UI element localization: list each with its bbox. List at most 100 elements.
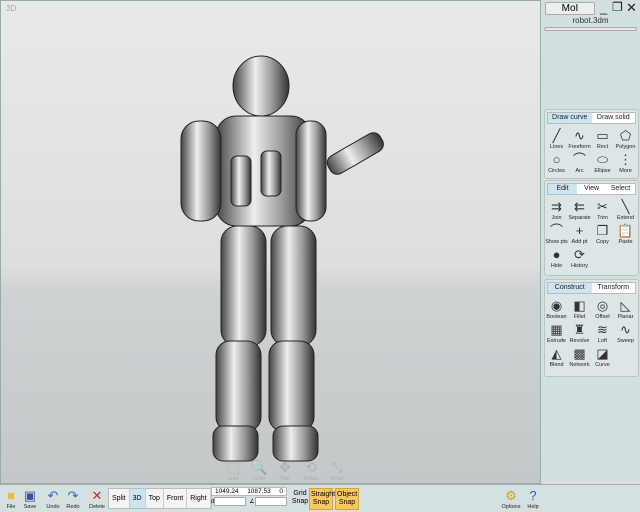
side-pane: MoI _ ❐ ✕ robot.3dm Draw curve Draw solid… xyxy=(541,0,640,484)
help-icon: ? xyxy=(529,488,537,503)
freeform-button[interactable]: ∿ Freeform xyxy=(568,127,591,150)
planar-button[interactable]: ◺ Planar xyxy=(614,297,637,320)
sweep-button[interactable]: ∿ Sweep xyxy=(614,321,637,344)
zoom-button[interactable]: 🔍 Zoom xyxy=(249,459,269,482)
tool-label: Sweep xyxy=(617,338,634,344)
tab[interactable]: Select xyxy=(606,184,635,194)
view-top[interactable]: Top xyxy=(145,489,164,508)
extend-button[interactable]: ╲ Extend xyxy=(614,198,637,221)
hide-icon: ● xyxy=(552,247,561,262)
redo-button[interactable]: ↷ Redo xyxy=(62,487,84,510)
file-name: robot.3dm xyxy=(572,16,609,25)
polygon-icon: ⬠ xyxy=(619,128,632,143)
loft-icon: ≋ xyxy=(597,322,608,337)
app-menu-button[interactable]: MoI xyxy=(545,2,595,15)
tool-label: Freeform xyxy=(568,144,591,150)
arc-button[interactable]: ⌒ Arc xyxy=(568,151,591,174)
history-icon: ⟳ xyxy=(574,247,585,262)
tab[interactable]: Transform xyxy=(592,283,636,293)
tool-label: Show pts xyxy=(545,239,568,245)
separate-button[interactable]: ⇇ Separate xyxy=(568,198,591,221)
rotate-icon: ⟲ xyxy=(305,459,317,475)
view-buttons: Split 3D Top Front Right xyxy=(108,488,212,509)
object-snap-toggle[interactable]: Object Snap xyxy=(335,488,359,510)
tool-label: Blend xyxy=(549,362,564,368)
history-button[interactable]: ⟳ History xyxy=(568,246,591,269)
area-zoom-button[interactable]: ⬚ Area xyxy=(223,459,243,482)
viewport-label: 3D xyxy=(6,4,17,13)
circles-button[interactable]: ○ Circles xyxy=(545,151,568,174)
minimize-icon[interactable]: _ xyxy=(600,0,607,15)
undo-button[interactable]: ↶ Undo xyxy=(42,487,64,510)
tool-label: Network xyxy=(569,362,590,368)
ellipse-button[interactable]: ⬭ Ellipse xyxy=(591,151,614,174)
restore-icon[interactable]: ❐ xyxy=(612,0,623,14)
help-button[interactable]: ? Help xyxy=(522,487,544,510)
curve-button[interactable]: ◪ Curve xyxy=(591,345,614,368)
tool-label: Revolve xyxy=(569,338,590,344)
tab[interactable]: Edit xyxy=(548,184,577,194)
extrude-icon: ▦ xyxy=(550,322,563,337)
revolve-button[interactable]: ♜ Revolve xyxy=(568,321,591,344)
view-front[interactable]: Front xyxy=(163,489,188,508)
network-button[interactable]: ▩ Network xyxy=(568,345,591,368)
tool-label: Extrude xyxy=(547,338,566,344)
view-3d[interactable]: 3D xyxy=(129,489,146,508)
tool-label: Copy xyxy=(596,239,609,245)
lines-button[interactable]: ╱ Lines xyxy=(545,127,568,150)
tab[interactable]: Draw solid xyxy=(592,113,636,123)
save-button[interactable]: ▣ Save xyxy=(19,487,41,510)
tool-label: Planar xyxy=(617,314,634,320)
angle-field[interactable] xyxy=(254,497,287,506)
options-button[interactable]: ⚙ Options xyxy=(500,487,522,510)
view-split[interactable]: Split xyxy=(109,489,130,508)
loft-button[interactable]: ≋ Loft xyxy=(591,321,614,344)
join-icon: ⇉ xyxy=(551,199,562,214)
view-right[interactable]: Right xyxy=(187,489,211,508)
extrude-button[interactable]: ▦ Extrude xyxy=(545,321,568,344)
straight-snap-toggle[interactable]: Straight Snap xyxy=(309,488,335,510)
paste-button[interactable]: 📋 Paste xyxy=(614,222,637,245)
undo-icon: ↶ xyxy=(47,488,59,503)
tab[interactable]: Draw curve xyxy=(548,113,592,123)
add-pt-button[interactable]: + Add pt xyxy=(568,222,591,245)
zoom-icon: 🔍 xyxy=(250,459,268,475)
tool-label: Circles xyxy=(548,168,565,174)
tool-label: Join xyxy=(551,215,562,221)
save-icon: ▣ xyxy=(23,488,37,503)
coordinate-input: 1049.24 1087.53 0 d ∠ xyxy=(211,487,287,506)
boolean-button[interactable]: ◉ Boolean xyxy=(545,297,568,320)
blend-icon: ◭ xyxy=(551,346,562,361)
reset-button[interactable]: ⤡ Reset xyxy=(327,459,347,482)
fillet-button[interactable]: ◧ Fillet xyxy=(568,297,591,320)
blend-button[interactable]: ◭ Blend xyxy=(545,345,568,368)
3d-viewport[interactable]: 3D ⬚ Area 🔍 Zoom ✥ Pan ⟲ Rotate ⤡ Reset xyxy=(0,0,541,484)
distance-field[interactable] xyxy=(214,497,247,506)
tool-label: Ellipse xyxy=(594,168,611,174)
show-pts-button[interactable]: ⌒ Show pts xyxy=(545,222,568,245)
tab[interactable]: View xyxy=(577,184,606,194)
tab[interactable]: Construct xyxy=(548,283,592,293)
tool-label: Fillet xyxy=(573,314,586,320)
tool-label: Trim xyxy=(597,215,608,221)
redo-icon: ↷ xyxy=(67,488,79,503)
rotate-button[interactable]: ⟲ Rotate xyxy=(301,459,321,482)
tool-label: Extend xyxy=(616,215,635,221)
trim-button[interactable]: ✂ Trim xyxy=(591,198,614,221)
delete-button[interactable]: ✕ Delete xyxy=(86,487,108,510)
pan-button[interactable]: ✥ Pan xyxy=(275,459,295,482)
more-button[interactable]: ⋮ More xyxy=(614,151,637,174)
close-icon[interactable]: ✕ xyxy=(626,0,637,16)
offset-button[interactable]: ◎ Offset xyxy=(591,297,614,320)
revolve-icon: ♜ xyxy=(573,322,586,337)
hide-button[interactable]: ● Hide xyxy=(545,246,568,269)
tool-label: History xyxy=(570,263,589,269)
rect-button[interactable]: ▭ Rect xyxy=(591,127,614,150)
tool-label: Curve xyxy=(595,362,610,368)
join-button[interactable]: ⇉ Join xyxy=(545,198,568,221)
copy-button[interactable]: ❐ Copy xyxy=(591,222,614,245)
polygon-button[interactable]: ⬠ Polygon xyxy=(614,127,637,150)
tool-label: Offset xyxy=(595,314,610,320)
tool-label: Separate xyxy=(568,215,591,221)
tool-label: Arc xyxy=(575,168,584,174)
